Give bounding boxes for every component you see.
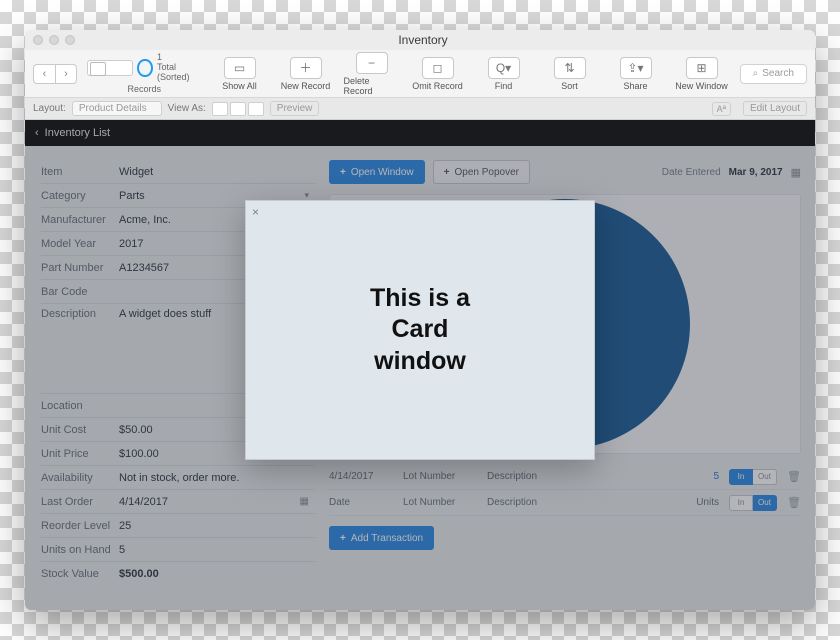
card-window: × This is a Card window: [245, 200, 595, 460]
view-mode-buttons[interactable]: [212, 102, 264, 116]
search-icon: ⌕: [753, 68, 759, 79]
delete-record-button[interactable]: −Delete Record: [344, 52, 400, 96]
records-label: Records: [128, 84, 162, 94]
nav-forward-button[interactable]: ›: [55, 64, 77, 84]
search-input[interactable]: ⌕ Search: [740, 64, 807, 84]
omit-record-button[interactable]: ◻Omit Record: [410, 57, 466, 91]
layout-select[interactable]: Product Details: [72, 101, 162, 116]
nav-back-button[interactable]: ‹: [33, 64, 55, 84]
app-window: Inventory ‹ › 1 Total (Sorted) Records ▭…: [25, 30, 815, 610]
share-button[interactable]: ⇪▾Share: [608, 57, 664, 91]
toolbar: ‹ › 1 Total (Sorted) Records ▭Show All ＋…: [25, 50, 815, 98]
record-status: Total (Sorted): [157, 63, 202, 83]
record-slider[interactable]: [87, 60, 133, 76]
titlebar: Inventory: [25, 30, 815, 50]
records-group: 1 Total (Sorted) Records: [87, 53, 202, 94]
preview-button[interactable]: Preview: [270, 101, 320, 116]
nav-buttons[interactable]: ‹ ›: [33, 64, 77, 84]
show-all-button[interactable]: ▭Show All: [212, 57, 268, 91]
window-title: Inventory: [39, 33, 807, 47]
sort-button[interactable]: ⇅Sort: [542, 57, 598, 91]
card-message: This is a Card window: [246, 201, 594, 459]
layout-label: Layout:: [33, 103, 66, 114]
new-record-button[interactable]: ＋New Record: [278, 57, 334, 91]
layout-bar: Layout: Product Details View As: Preview…: [25, 98, 815, 120]
edit-layout-button[interactable]: Edit Layout: [743, 101, 807, 116]
text-size-button[interactable]: Aª: [712, 102, 731, 116]
new-window-button[interactable]: ⊞New Window: [674, 57, 730, 91]
view-as-label: View As:: [168, 103, 206, 114]
find-button[interactable]: Q▾Find: [476, 57, 532, 91]
record-pie-icon: [137, 59, 153, 77]
